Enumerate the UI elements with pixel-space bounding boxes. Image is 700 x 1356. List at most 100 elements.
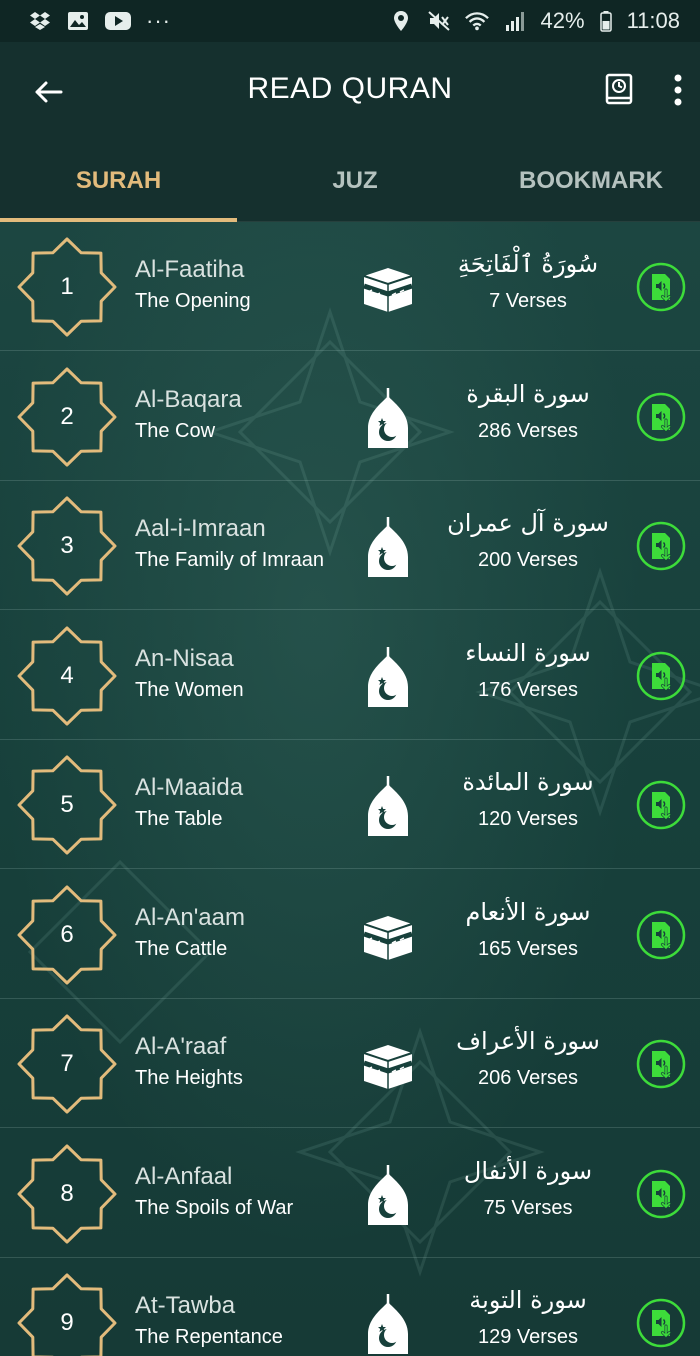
- surah-row[interactable]: 3 Aal-i-Imraan The Family of Imraan سورة آل…: [0, 481, 700, 610]
- revelation-place-icon: [362, 1294, 414, 1354]
- surah-arabic-name: سُورَةُ ٱلْفَاتِحَةِ: [457, 250, 599, 278]
- audio-download-icon: [636, 1298, 686, 1348]
- audio-download-icon: [636, 780, 686, 830]
- surah-row[interactable]: 5 Al-Maaida The Table سورة المائدة 120 Verse…: [0, 740, 700, 869]
- download-audio-button[interactable]: [636, 392, 686, 442]
- signal-icon: [503, 10, 527, 32]
- surah-number-badge: 8: [16, 1143, 118, 1245]
- more-options-button[interactable]: [666, 72, 690, 112]
- status-bar-left: ···: [28, 8, 171, 34]
- revelation-place-icon: [362, 388, 414, 448]
- gallery-icon: [66, 10, 90, 32]
- download-audio-button[interactable]: [636, 1298, 686, 1348]
- location-icon: [389, 10, 413, 32]
- surah-number: 8: [60, 1180, 74, 1207]
- download-audio-button[interactable]: [636, 521, 686, 571]
- surah-meaning: The Heights: [135, 1067, 243, 1089]
- surah-row[interactable]: 8 Al-Anfaal The Spoils of War سورة الأنفال 7…: [0, 1129, 700, 1258]
- mosque-dome-icon: [368, 388, 408, 448]
- tab-surah[interactable]: SURAH: [0, 140, 237, 222]
- surah-row[interactable]: 2 Al-Baqara The Cow سورة البقرة 286 Verses: [0, 352, 700, 481]
- download-audio-button[interactable]: [636, 780, 686, 830]
- revelation-place-icon: [362, 258, 414, 318]
- surah-number: 4: [60, 662, 74, 689]
- surah-number-badge: 2: [16, 366, 118, 468]
- surah-arabic-name: سورة التوبة: [469, 1286, 587, 1314]
- tab-bar: SURAH JUZ BOOKMARK: [0, 140, 700, 222]
- surah-number-badge: 5: [16, 754, 118, 856]
- surah-name: Al-A'raaf: [135, 1033, 227, 1060]
- surah-number-badge: 9: [16, 1272, 118, 1356]
- revelation-place-icon: [362, 906, 414, 966]
- surah-arabic-name: سورة البقرة: [466, 380, 590, 408]
- youtube-icon: [104, 10, 132, 32]
- wifi-icon: [464, 10, 489, 32]
- audio-download-icon: [636, 262, 686, 312]
- verse-count: 165 Verses: [477, 938, 579, 960]
- surah-arabic-name: سورة آل عمران: [447, 509, 609, 537]
- audio-download-icon: [636, 910, 686, 960]
- mosque-dome-icon: [368, 1165, 408, 1225]
- status-bar-right: 42% 11:08: [389, 8, 680, 34]
- mosque-dome-icon: [368, 517, 408, 577]
- surah-list[interactable]: 1 Al-Faatiha The Opening سُورَةُ ٱلْفَاتِحَ…: [0, 222, 700, 1356]
- surah-meaning: The Spoils of War: [135, 1197, 294, 1219]
- download-audio-button[interactable]: [636, 651, 686, 701]
- surah-number: 7: [60, 1050, 74, 1077]
- audio-download-icon: [636, 651, 686, 701]
- surah-meaning: The Cow: [135, 420, 216, 442]
- surah-number-badge: 4: [16, 625, 118, 727]
- surah-number: 9: [60, 1309, 74, 1336]
- verse-count: 75 Verses: [483, 1197, 573, 1219]
- download-audio-button[interactable]: [636, 1169, 686, 1219]
- app-bar: READ QURAN: [0, 42, 700, 140]
- surah-row[interactable]: 7 Al-A'raaf The Heights سورة الأعراف 206 Ver…: [0, 999, 700, 1128]
- tab-juz[interactable]: JUZ: [237, 140, 473, 222]
- audio-download-icon: [636, 521, 686, 571]
- surah-name: Al-Anfaal: [135, 1163, 233, 1190]
- reading-history-button[interactable]: [604, 72, 640, 112]
- surah-number-badge: 1: [16, 236, 118, 338]
- kaaba-icon: [363, 1045, 413, 1089]
- surah-number: 5: [60, 791, 74, 818]
- surah-number: 2: [60, 403, 74, 430]
- surah-meaning: The Women: [135, 679, 244, 701]
- verse-count: 206 Verses: [477, 1067, 579, 1089]
- surah-meaning: The Table: [135, 808, 223, 830]
- verse-count: 176 Verses: [477, 679, 579, 701]
- surah-name: An-Nisaa: [135, 645, 234, 672]
- surah-number: 6: [60, 921, 74, 948]
- surah-arabic-name: سورة الأعراف: [456, 1027, 600, 1055]
- battery-percent: 42%: [540, 8, 585, 33]
- surah-arabic-name: سورة الأنفال: [463, 1157, 593, 1185]
- surah-meaning: The Opening: [135, 290, 251, 312]
- surah-row[interactable]: 9 At-Tawba The Repentance سورة التوبة 129 Ve…: [0, 1258, 700, 1356]
- audio-download-icon: [636, 1039, 686, 1089]
- more-notifications-dots: ···: [146, 8, 171, 33]
- download-audio-button[interactable]: [636, 262, 686, 312]
- surah-row[interactable]: 6 Al-An'aam The Cattle سورة الأنعام 165 Vers…: [0, 870, 700, 999]
- kaaba-icon: [363, 916, 413, 960]
- surah-arabic-name: سورة الأنعام: [465, 898, 591, 926]
- surah-name: At-Tawba: [135, 1292, 236, 1319]
- download-audio-button[interactable]: [636, 1039, 686, 1089]
- surah-row[interactable]: 1 Al-Faatiha The Opening سُورَةُ ٱلْفَاتِحَ…: [0, 222, 700, 351]
- mosque-dome-icon: [368, 647, 408, 707]
- audio-download-icon: [636, 1169, 686, 1219]
- more-vertical-icon: [674, 74, 682, 106]
- surah-name: Al-Faatiha: [135, 256, 245, 283]
- surah-number-badge: 7: [16, 1013, 118, 1115]
- revelation-place-icon: [362, 1165, 414, 1225]
- mosque-dome-icon: [368, 776, 408, 836]
- download-audio-button[interactable]: [636, 910, 686, 960]
- surah-row[interactable]: 4 An-Nisaa The Women سورة النساء 176 Verses: [0, 611, 700, 740]
- verse-count: 129 Verses: [477, 1326, 579, 1348]
- surah-name: Al-Maaida: [135, 774, 244, 801]
- surah-number: 1: [60, 273, 74, 300]
- tab-bookmark[interactable]: BOOKMARK: [473, 140, 700, 222]
- surah-name: Aal-i-Imraan: [135, 515, 266, 542]
- verse-count: 7 Verses: [489, 290, 567, 312]
- surah-meaning: The Repentance: [135, 1326, 283, 1348]
- audio-download-icon: [636, 392, 686, 442]
- revelation-place-icon: [362, 1035, 414, 1095]
